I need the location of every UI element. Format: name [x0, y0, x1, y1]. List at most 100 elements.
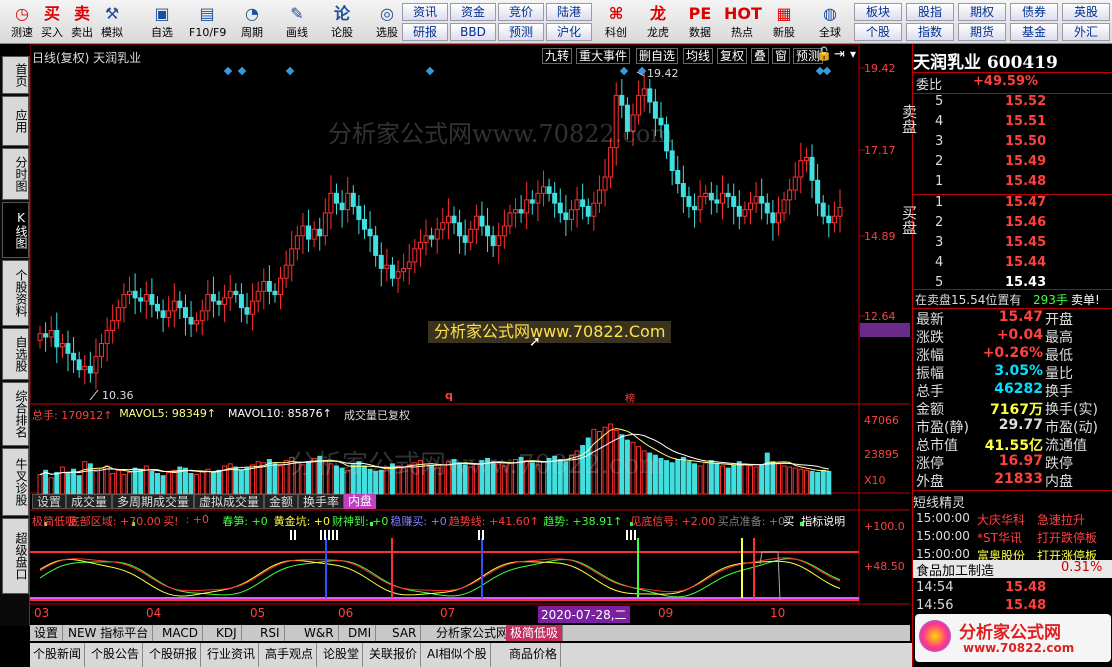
grid-button[interactable]: 股指 [906, 3, 954, 21]
bottom-tab-5[interactable]: W&R [300, 625, 339, 641]
book-row[interactable]: 4 15.44 [913, 255, 1112, 275]
select-button[interactable]: ◎ 选股 [369, 2, 405, 42]
bottom-tab-1[interactable]: NEW 指标平台 [64, 625, 154, 641]
grid-button[interactable]: BBD [450, 23, 496, 41]
short-line-title[interactable]: 短线精灵 [913, 492, 1112, 512]
bottom-tab-7[interactable]: SAR [388, 625, 422, 641]
book-row[interactable]: 3 15.50 [913, 134, 1112, 154]
grid-button[interactable]: 指数 [906, 23, 954, 41]
grid-button[interactable]: 个股 [854, 23, 902, 41]
bottom-tab-4[interactable]: RSI [256, 625, 285, 641]
hammer-button[interactable]: ⚒ 模拟 [94, 2, 130, 42]
left-tab-7[interactable]: 牛叉诊股 [2, 448, 29, 516]
legend-item[interactable]: 指标说明 [801, 513, 845, 529]
bottom-link-6[interactable]: 关联报价 [366, 643, 422, 667]
grid-button[interactable]: 陆港 [546, 3, 592, 21]
vol-tab-5[interactable]: 换手率 [298, 494, 345, 509]
bottom-tab-2[interactable]: MACD [158, 625, 203, 641]
book-row[interactable]: 2 15.46 [913, 215, 1112, 235]
kechuang-button[interactable]: ⌘ 科创 [598, 2, 634, 42]
grid-button[interactable]: 预测 [498, 23, 544, 41]
grid-button[interactable]: 研报 [402, 23, 448, 41]
book-row[interactable]: 5 15.52 [913, 94, 1112, 114]
grid-button[interactable]: 基金 [1010, 23, 1058, 41]
left-tab-3[interactable]: K线图 [2, 202, 29, 258]
hot-button[interactable]: HOT 热点 [724, 2, 762, 42]
volume-axis: 47066 23895 X10 [860, 414, 910, 494]
grid-button[interactable]: 板块 [854, 3, 902, 21]
data-button[interactable]: PE 数据 [682, 2, 718, 42]
grid-button[interactable]: 英股 [1062, 3, 1110, 21]
book-row[interactable]: 2 15.49 [913, 154, 1112, 174]
volume-bar [71, 468, 77, 495]
candle-body [149, 294, 155, 305]
quote-panel: 天润乳业 600419 委比 +49.59% 卖盘 5 15.52 4 15.51 3 15… [900, 44, 1112, 667]
grid-button[interactable]: 竞价 [498, 3, 544, 21]
vol-tab-1[interactable]: 成交量 [66, 494, 113, 509]
volume-bar [233, 466, 239, 495]
grid-button[interactable]: 资金 [450, 3, 496, 21]
newstock-button[interactable]: ▦ 新股 [766, 2, 802, 42]
clock-button[interactable]: ◔ 周期 [234, 2, 270, 42]
left-tab-8[interactable]: 超级盘口 [2, 518, 29, 594]
book-row[interactable]: 4 15.51 [913, 114, 1112, 134]
vol-tab-0[interactable]: 设置 [32, 494, 67, 509]
globe-button[interactable]: ◍ 全球 [812, 2, 848, 42]
bottom-tab-9[interactable]: 极简低吸 [506, 625, 564, 641]
legend-item: MAVOL10: 85876↑ [228, 407, 332, 420]
toolbar-label: 论股 [331, 26, 353, 39]
volume-indicator-tabs: 设置 成交量 多周期成交量 虚拟成交量 金额 换手率 内盘 [30, 493, 430, 510]
bottom-link-3[interactable]: 行业资讯 [204, 643, 260, 667]
volume-bar [809, 470, 815, 495]
grid-button[interactable]: 债券 [1010, 3, 1058, 21]
f10-button[interactable]: ▤ F10/F9 [189, 2, 226, 42]
grid-button[interactable]: 期权 [958, 3, 1006, 21]
vol-tab-3[interactable]: 虚拟成交量 [194, 494, 265, 509]
vol-tab-2[interactable]: 多周期成交量 [112, 494, 195, 509]
bottom-tab-8[interactable]: 分析家公式网 [432, 625, 514, 641]
bottom-link-8[interactable]: 商品价格 [506, 643, 562, 667]
sector-row[interactable]: 食品加工制造 0.31% [913, 560, 1112, 579]
bottom-link-5[interactable]: 论股堂 [320, 643, 364, 667]
candle-body [669, 150, 675, 171]
left-tab-4[interactable]: 个股资料 [2, 260, 29, 326]
pencil-button[interactable]: ✎ 画线 [279, 2, 315, 42]
grid-button[interactable]: 期货 [958, 23, 1006, 41]
candle-body [574, 199, 580, 211]
candle-body [563, 212, 569, 220]
bottom-tab-0[interactable]: 设置 [30, 625, 64, 641]
dragon-button[interactable]: 龙龙虎 [640, 2, 676, 42]
book-row[interactable]: 1 15.48 [913, 174, 1112, 194]
vol-tab-6[interactable]: 内盘 [344, 494, 377, 509]
left-tab-6[interactable]: 综合排名 [2, 382, 29, 446]
volume-bar [283, 460, 289, 495]
left-tab-2[interactable]: 分时图 [2, 148, 29, 200]
bottom-link-4[interactable]: 高手观点 [262, 643, 318, 667]
bottom-link-2[interactable]: 个股研报 [146, 643, 202, 667]
grid-button[interactable]: 资讯 [402, 3, 448, 21]
bottom-link-7[interactable]: AI相似个股 [424, 643, 491, 667]
grid-button[interactable]: 外汇 [1062, 23, 1110, 41]
bottom-link-0[interactable]: 个股新闻 [30, 643, 86, 667]
stat-row: 外盘 21833 内盘 [913, 471, 1112, 490]
bottom-tab-3[interactable]: KDJ [212, 625, 242, 641]
left-tab-1[interactable]: 应用 [2, 96, 29, 146]
book-price: 15.49 [1005, 154, 1047, 169]
marker-bang: 榜 [625, 394, 635, 405]
vol-tab-4[interactable]: 金额 [264, 494, 299, 509]
book-row[interactable]: 1 15.47 [913, 195, 1112, 215]
left-tab-5[interactable]: 自选股 [2, 328, 29, 380]
candle-body [406, 261, 412, 269]
grid-button[interactable]: 沪化 [546, 23, 592, 41]
bottom-link-1[interactable]: 个股公告 [88, 643, 144, 667]
left-tab-0[interactable]: 首页 [2, 56, 29, 94]
volume-bar [48, 477, 54, 495]
talk-button[interactable]: 论论股 [324, 2, 360, 42]
short-line-item[interactable]: 15:00:00 大庆华科 急速拉升 [913, 511, 1112, 529]
stat-label: 涨幅 [916, 348, 944, 364]
short-line-item[interactable]: 15:00:00 *ST华讯 打开跌停板 [913, 529, 1112, 547]
candle-body [552, 192, 558, 204]
book-row[interactable]: 3 15.45 [913, 235, 1112, 255]
bottom-tab-6[interactable]: DMI [344, 625, 377, 641]
folder-button[interactable]: ▣ 自选 [144, 2, 180, 42]
